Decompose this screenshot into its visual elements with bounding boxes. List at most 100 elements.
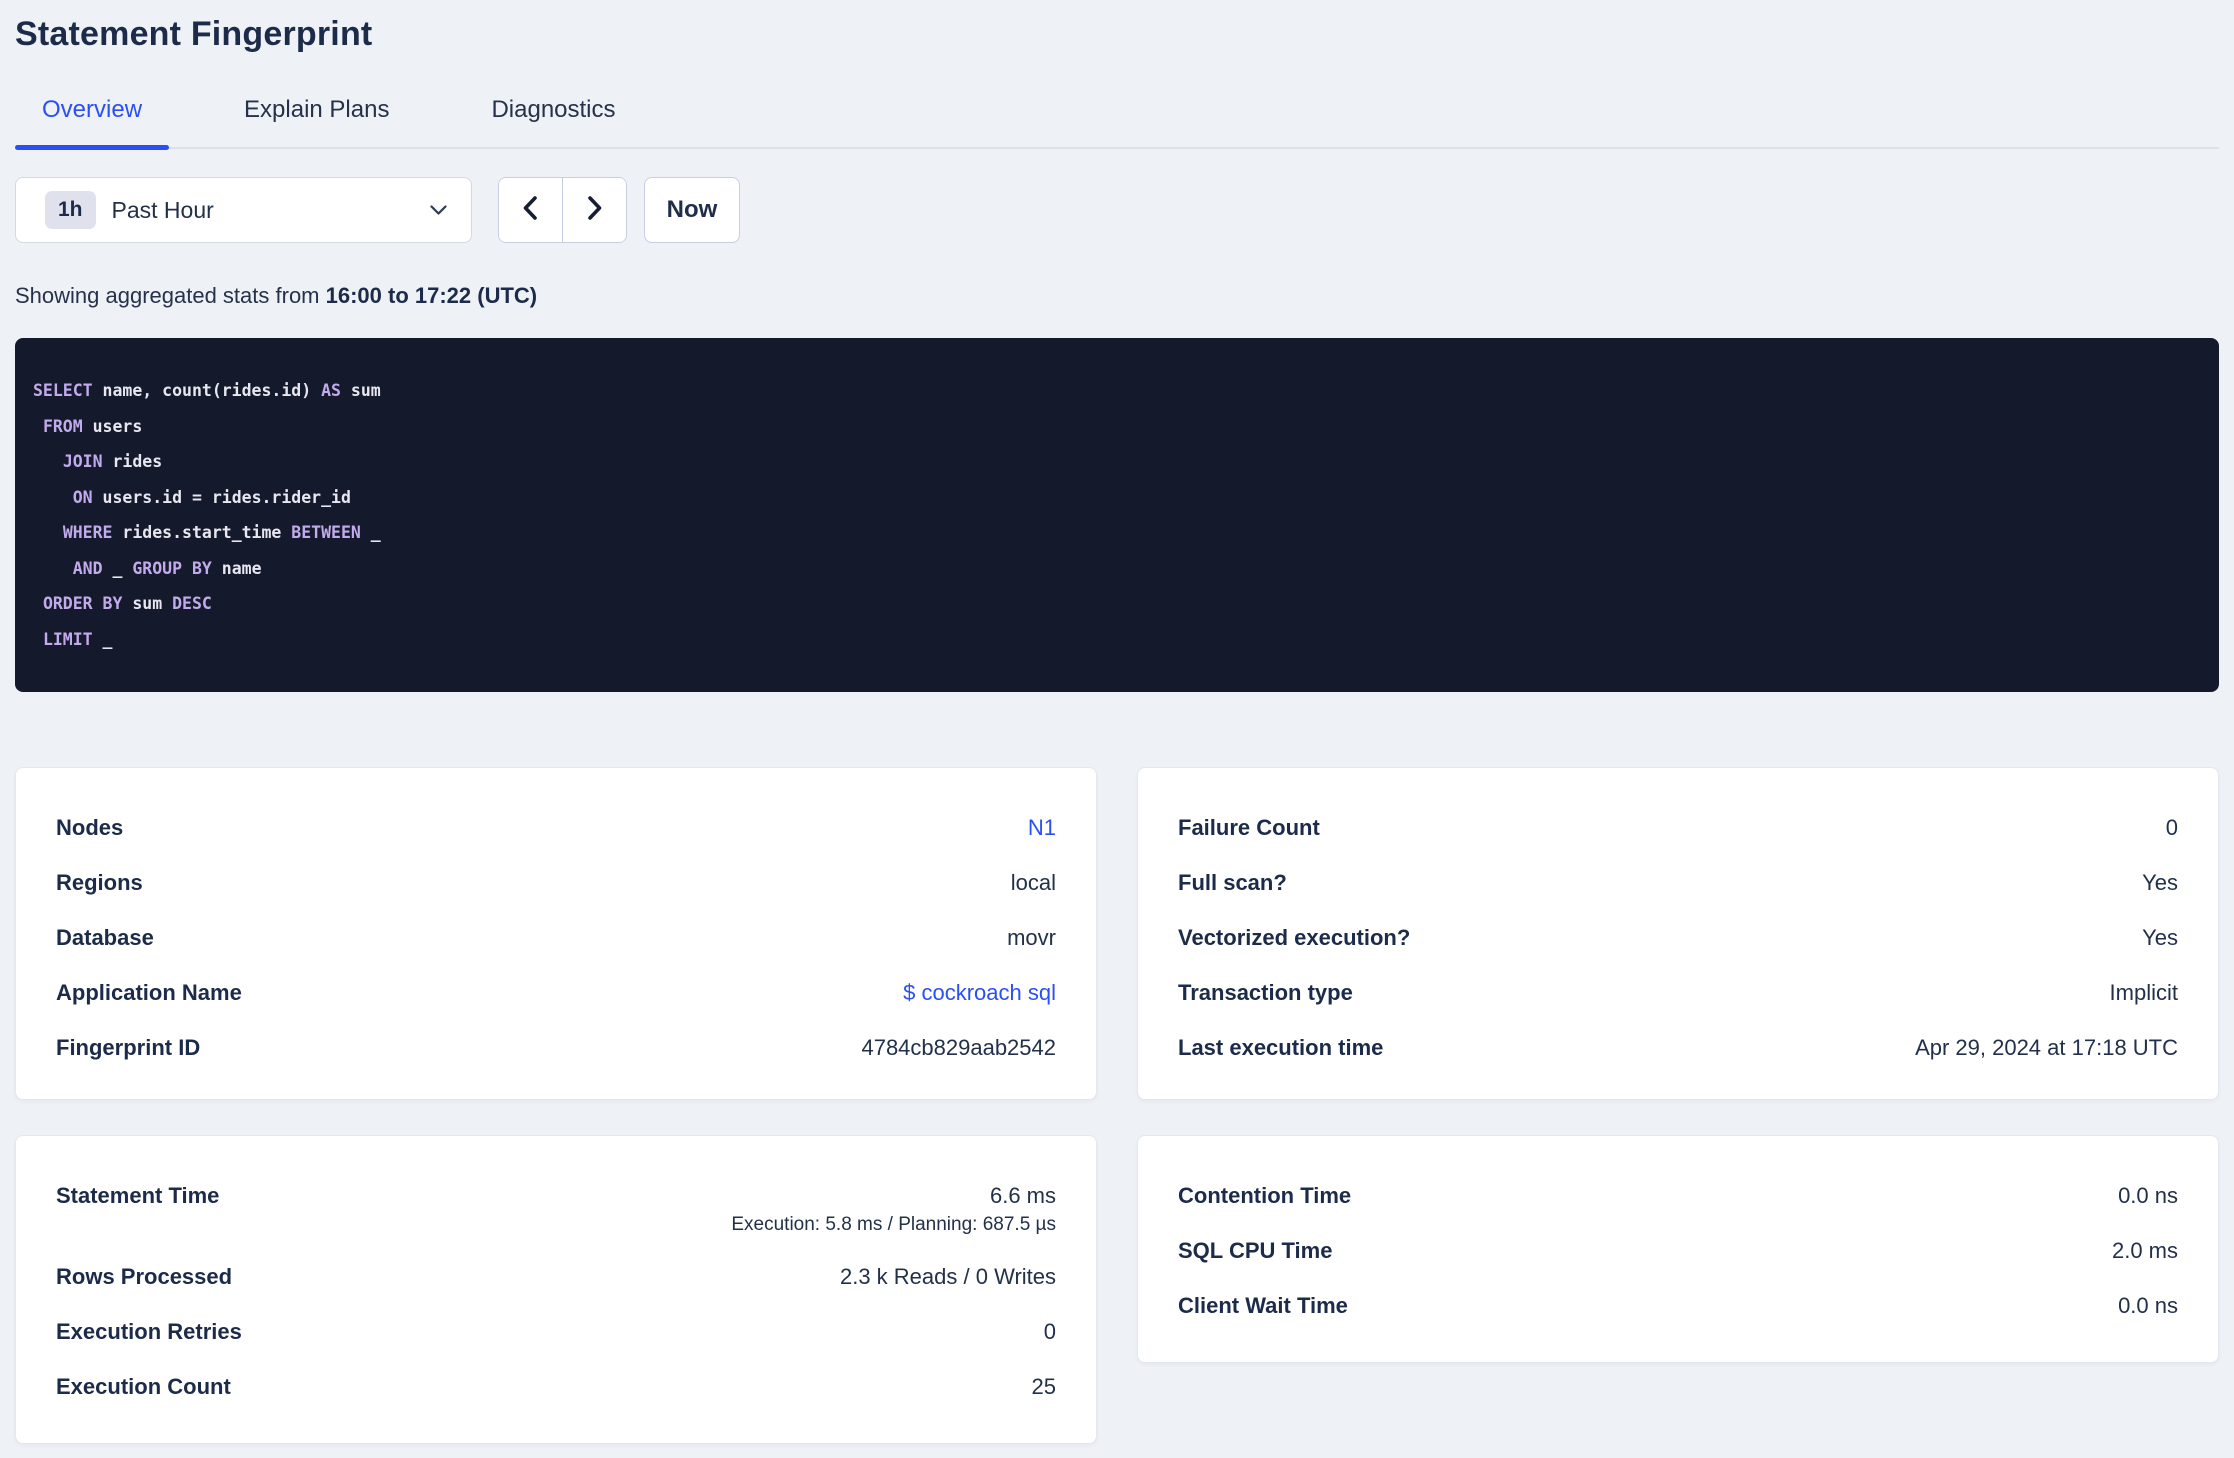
row-label: Client Wait Time bbox=[1178, 1293, 1348, 1318]
sql-line: SELECT name, count(rides.id) AS sum bbox=[33, 373, 2201, 409]
row-label: Last execution time bbox=[1178, 1035, 1384, 1060]
sql-line: ON users.id = rides.rider_id bbox=[33, 480, 2201, 516]
sql-token: name bbox=[211, 558, 262, 578]
time-controls: 1h Past Hour Now bbox=[15, 177, 2219, 243]
row-label: Vectorized execution? bbox=[1178, 925, 1411, 950]
row-value: 4784cb829aab2542 bbox=[861, 1035, 1056, 1060]
sql-line: JOIN rides bbox=[33, 444, 2201, 480]
sql-token: _ bbox=[102, 558, 133, 578]
row-label: Failure Count bbox=[1178, 815, 1320, 840]
sql-token: rides bbox=[102, 452, 163, 471]
card-row-regions: Regions local bbox=[56, 869, 1056, 896]
row-value: 2.3 k Reads / 0 Writes bbox=[839, 1264, 1056, 1289]
card-row-nodes: Nodes N1 bbox=[56, 814, 1056, 841]
sql-token: sum bbox=[340, 381, 381, 400]
chevron-left-icon bbox=[520, 194, 541, 227]
card-row-last-execution-time: Last execution time Apr 29, 2024 at 17:1… bbox=[1178, 1034, 2178, 1061]
application-name-link[interactable]: $ cockroach sql bbox=[903, 979, 1056, 1006]
statement-time-breakdown: Execution: 5.8 ms / Planning: 687.5 µs bbox=[731, 1214, 1056, 1235]
row-label: Regions bbox=[56, 870, 143, 895]
sql-token: _ bbox=[92, 629, 113, 649]
tab-explain-plans[interactable]: Explain Plans bbox=[217, 95, 416, 147]
time-range-label: Past Hour bbox=[111, 196, 214, 223]
row-value: Apr 29, 2024 at 17:18 UTC bbox=[1915, 1035, 2178, 1060]
card-row-execution-count: Execution Count 25 bbox=[56, 1373, 1056, 1400]
previous-interval-button[interactable] bbox=[499, 178, 562, 242]
sql-token: JOIN bbox=[62, 452, 103, 471]
sql-token: ORDER BY bbox=[42, 594, 123, 613]
row-label: Contention Time bbox=[1178, 1183, 1352, 1208]
sql-token: name, count(rides.id) bbox=[92, 381, 322, 400]
sql-line: WHERE rides.start_time BETWEEN _ bbox=[33, 515, 2201, 551]
row-label: Full scan? bbox=[1178, 870, 1287, 895]
sql-token: AS bbox=[321, 381, 341, 400]
row-value: Yes bbox=[2142, 870, 2178, 895]
sql-token: SELECT bbox=[33, 381, 93, 400]
card-row-statement-time: Statement Time 6.6 ms bbox=[56, 1182, 1056, 1209]
card-row-sql-cpu-time: SQL CPU Time 2.0 ms bbox=[1178, 1237, 2178, 1264]
sql-token: rides.start_time bbox=[112, 523, 292, 542]
sql-line: ORDER BY sum DESC bbox=[33, 586, 2201, 622]
row-label: Application Name bbox=[56, 980, 242, 1005]
tab-overview[interactable]: Overview bbox=[15, 95, 170, 150]
row-value: 25 bbox=[1031, 1374, 1056, 1399]
row-label: SQL CPU Time bbox=[1178, 1238, 1333, 1263]
sql-token: users bbox=[82, 416, 143, 436]
row-value: 0.0 ns bbox=[2118, 1293, 2178, 1318]
sql-token: _ bbox=[360, 523, 381, 542]
sql-token: users.id = rides.rider_id bbox=[92, 487, 351, 507]
wait-time-card: Contention Time 0.0 ns SQL CPU Time 2.0 … bbox=[1137, 1135, 2219, 1363]
card-row-client-wait-time: Client Wait Time 0.0 ns bbox=[1178, 1292, 2178, 1319]
sql-token: sum bbox=[122, 594, 173, 613]
sql-line: AND _ GROUP BY name bbox=[33, 551, 2201, 587]
row-label: Execution Retries bbox=[56, 1319, 242, 1344]
sql-token: FROM bbox=[42, 416, 83, 436]
sql-token: WHERE bbox=[62, 523, 113, 542]
next-interval-button[interactable] bbox=[562, 178, 626, 242]
row-value: 6.6 ms bbox=[989, 1183, 1056, 1208]
sql-token: LIMIT bbox=[42, 629, 93, 649]
card-row-vectorized-execution: Vectorized execution? Yes bbox=[1178, 924, 2178, 951]
execution-attributes-card: Failure Count 0 Full scan? Yes Vectorize… bbox=[1137, 767, 2219, 1100]
row-value: 0.0 ns bbox=[2118, 1183, 2178, 1208]
tab-bar: Overview Explain Plans Diagnostics bbox=[15, 95, 2219, 150]
page-title: Statement Fingerprint bbox=[15, 15, 373, 53]
card-row-execution-retries: Execution Retries 0 bbox=[56, 1318, 1056, 1345]
card-row-application-name: Application Name $ cockroach sql bbox=[56, 979, 1056, 1006]
chevron-down-icon bbox=[430, 204, 447, 216]
row-label: Nodes bbox=[56, 815, 124, 840]
sql-token: BETWEEN bbox=[291, 523, 361, 542]
row-label: Database bbox=[56, 925, 154, 950]
card-row-rows-processed: Rows Processed 2.3 k Reads / 0 Writes bbox=[56, 1263, 1056, 1290]
row-value: movr bbox=[1007, 925, 1056, 950]
now-button[interactable]: Now bbox=[644, 177, 740, 243]
row-label: Rows Processed bbox=[56, 1264, 233, 1289]
statement-details-card: Nodes N1 Regions local Database movr App… bbox=[15, 767, 1097, 1100]
node-link[interactable]: N1 bbox=[1028, 814, 1056, 841]
aggregated-stats-caption: Showing aggregated stats from 16:00 to 1… bbox=[15, 282, 2219, 309]
row-label: Statement Time bbox=[56, 1183, 220, 1208]
sql-statement-box: SELECT name, count(rides.id) AS sum FROM… bbox=[15, 338, 2219, 692]
time-range-dropdown[interactable]: 1h Past Hour bbox=[15, 177, 472, 243]
time-range-badge: 1h bbox=[45, 191, 96, 229]
sql-token: ON bbox=[72, 487, 93, 507]
row-value: local bbox=[1010, 870, 1056, 895]
sql-token: DESC bbox=[172, 594, 212, 613]
card-row-transaction-type: Transaction type Implicit bbox=[1178, 979, 2178, 1006]
sql-token: AND bbox=[72, 558, 103, 578]
row-label: Transaction type bbox=[1178, 980, 1353, 1005]
row-label: Fingerprint ID bbox=[56, 1035, 201, 1060]
statement-timing-card: Statement Time 6.6 ms Execution: 5.8 ms … bbox=[15, 1135, 1097, 1444]
tab-diagnostics[interactable]: Diagnostics bbox=[464, 95, 642, 147]
row-value: 0 bbox=[2165, 815, 2178, 840]
caption-time-range: 16:00 to 17:22 (UTC) bbox=[325, 283, 538, 308]
row-label: Execution Count bbox=[56, 1374, 231, 1399]
summary-cards: Nodes N1 Regions local Database movr App… bbox=[15, 767, 2219, 1444]
